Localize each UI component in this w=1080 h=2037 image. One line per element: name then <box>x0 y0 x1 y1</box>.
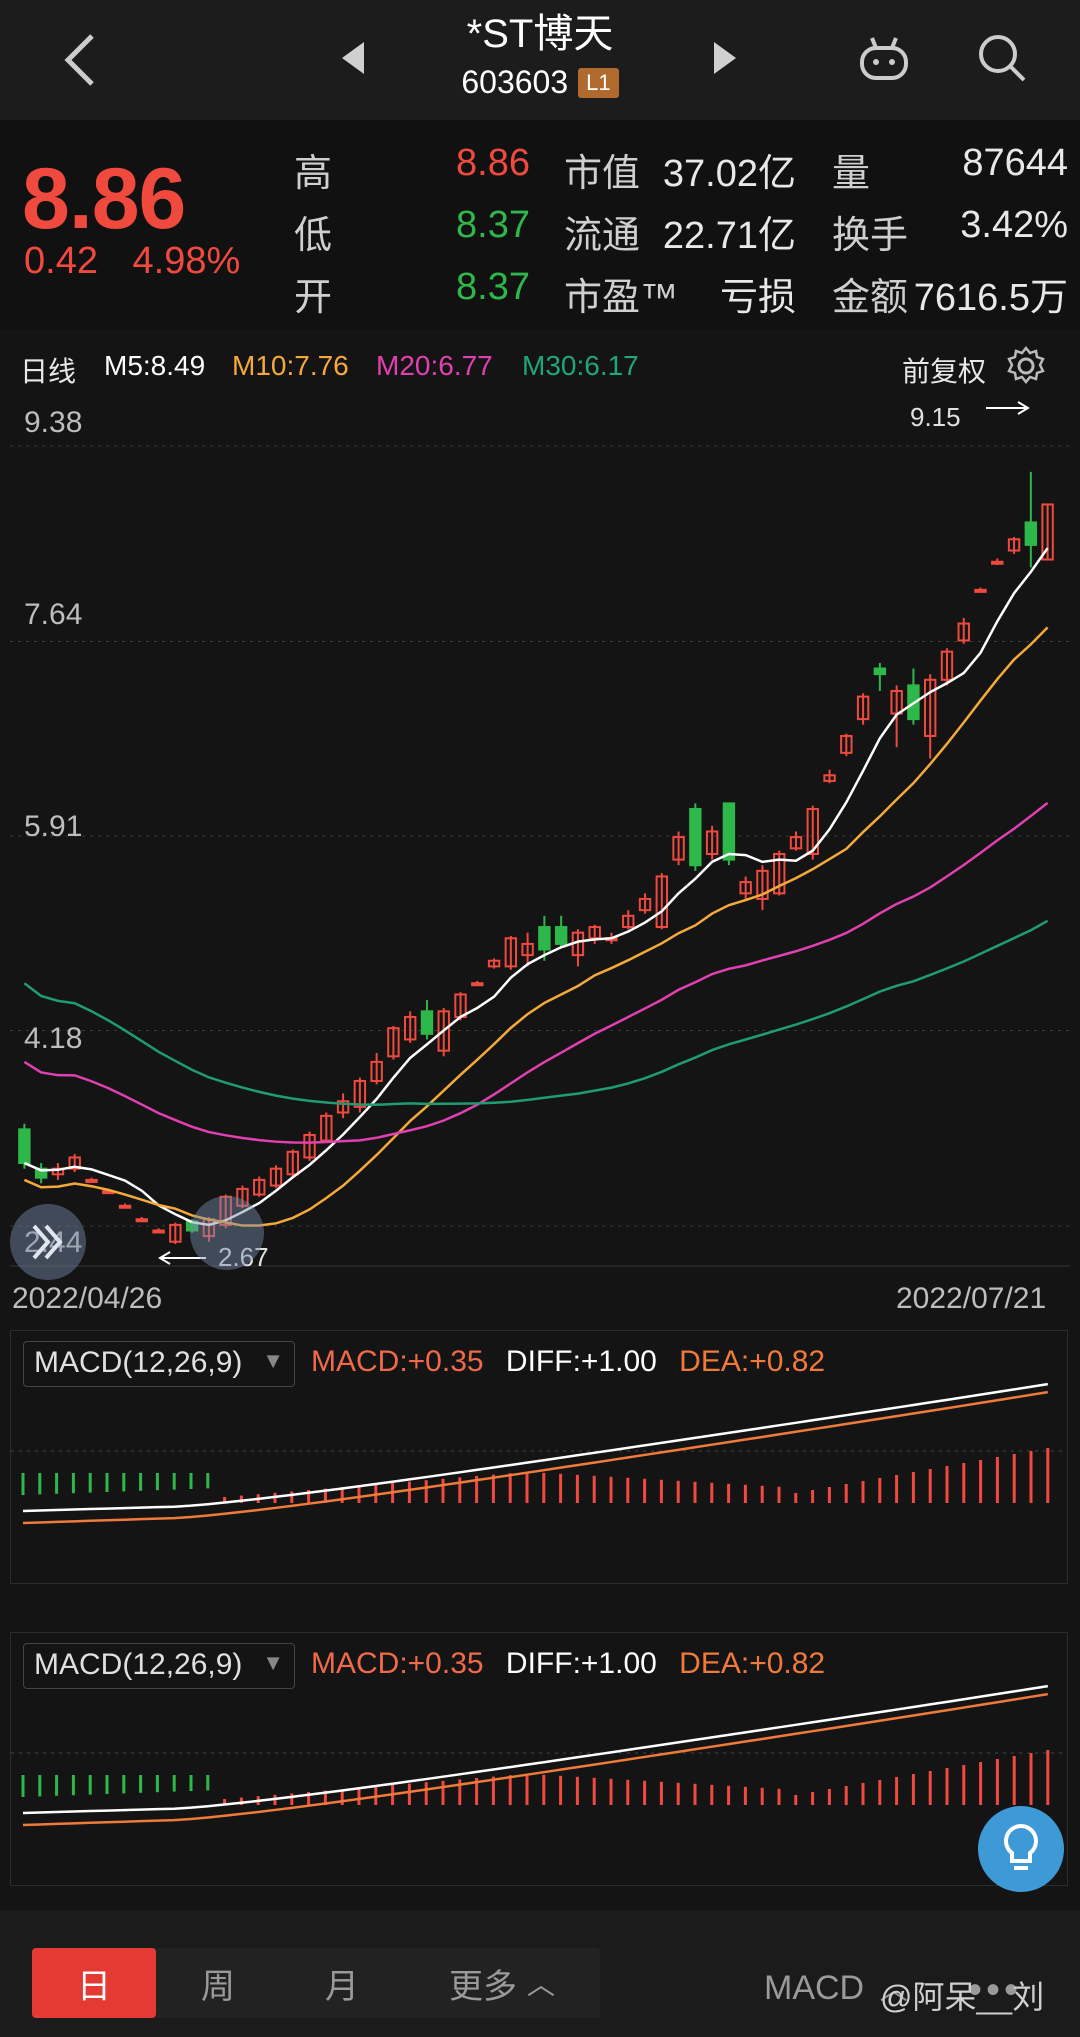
ma5-line <box>23 547 1049 1227</box>
candle-body <box>118 1204 132 1209</box>
dea-line <box>22 1390 1048 1525</box>
macd-panel-2[interactable]: MACD(12,26,9) ▼ MACD:+0.35 DIFF:+1.00 DE… <box>10 1632 1068 1886</box>
collapse-chevron-icon[interactable] <box>10 1204 86 1280</box>
candle-body <box>722 802 736 861</box>
candle-body <box>471 982 484 987</box>
macd-panel-1[interactable]: MACD(12,26,9) ▼ MACD:+0.35 DIFF:+1.00 DE… <box>10 1330 1068 1584</box>
pe-value: 亏损 <box>719 277 796 319</box>
candle-body <box>85 1178 98 1183</box>
ma20-value: M20:6.77 <box>376 350 493 381</box>
tab-day[interactable]: 日 <box>32 1948 156 2018</box>
max-price-label: 9.15 <box>910 402 961 432</box>
stock-name: *ST博天 <box>466 12 614 56</box>
ma10-value: M10:7.76 <box>232 350 349 381</box>
low-label: 低 <box>294 215 333 257</box>
diff-line <box>22 1684 1048 1815</box>
price-change: 0.42 4.98% <box>24 240 264 283</box>
moving-average-legend: 日线 M5:8.49 M10:7.76 M20:6.77 M30:6.17 前复… <box>0 340 1080 392</box>
float-cap-label: 流通 <box>564 215 641 257</box>
settings-gear-icon[interactable] <box>1004 344 1048 388</box>
market-cap-value: 37.02亿 <box>662 153 796 195</box>
adjust-mode[interactable]: 前复权 <box>902 350 986 390</box>
end-date: 2022/07/21 <box>896 1282 1047 1315</box>
low-value: 8.37 <box>456 204 530 246</box>
candle-body <box>873 667 887 676</box>
stock-title: *ST博天 603603 L1 <box>400 8 680 101</box>
candlestick-chart[interactable]: 9.38 7.64 5.91 4.18 2.44 9.15 2.67 <box>10 396 1070 1280</box>
candle-body <box>554 926 568 945</box>
candle-body <box>152 1229 165 1234</box>
current-price: 8.86 <box>22 151 186 247</box>
candle-body <box>538 926 551 951</box>
robot-assistant-icon[interactable] <box>856 32 912 88</box>
previous-stock-icon[interactable] <box>336 38 368 78</box>
float-cap-value: 22.71亿 <box>662 215 796 257</box>
y-tick-label: 4.18 <box>24 1022 83 1055</box>
tab-more[interactable]: 更多 ︿ <box>404 1948 600 2018</box>
y-tick-label: 9.38 <box>24 406 83 439</box>
volume-label: 量 <box>832 153 871 195</box>
candle-body <box>991 560 1004 565</box>
period-label[interactable]: 日线 <box>20 350 76 390</box>
top-bar: *ST博天 603603 L1 <box>0 0 1080 120</box>
amount-label: 金额 <box>832 277 909 319</box>
ma30-line <box>23 919 1049 1107</box>
quote-panel: 8.86 0.42 4.98% 高 8.86 市值 37.02亿 量 87644… <box>0 120 1080 330</box>
high-value: 8.86 <box>456 142 530 184</box>
market-cap-label: 市值 <box>564 153 641 195</box>
tab-more-label: 更多 <box>448 1967 517 2006</box>
macd-chart-svg <box>11 1382 1067 1525</box>
candle-body <box>1024 521 1038 546</box>
ma5-value: M5:8.49 <box>104 350 206 381</box>
candle-body <box>135 1218 149 1223</box>
candlestick-svg[interactable] <box>10 396 1070 1276</box>
amount-value: 7616.5万 <box>913 277 1068 319</box>
level-badge: L1 <box>578 67 619 98</box>
tab-week[interactable]: 周 <box>156 1948 280 2018</box>
back-arrow-icon[interactable] <box>58 28 106 92</box>
y-tick-label: 7.64 <box>24 598 83 631</box>
y-tick-label: 5.91 <box>24 810 83 843</box>
start-date: 2022/04/26 <box>12 1282 163 1315</box>
crosshair-cursor-icon[interactable] <box>190 1196 264 1270</box>
change-percent: 4.98% <box>132 240 241 282</box>
tab-month[interactable]: 月 <box>280 1948 404 2018</box>
open-value: 8.37 <box>456 266 530 308</box>
indicator-switch-label: MACD <box>764 1969 865 2007</box>
high-label: 高 <box>294 153 333 195</box>
stock-code: 603603 <box>461 64 569 100</box>
open-label: 开 <box>294 277 333 319</box>
macd-chart-svg <box>11 1684 1067 1827</box>
diff-line <box>22 1382 1048 1513</box>
candle-body <box>689 808 702 867</box>
volume-value: 87644 <box>962 142 1068 184</box>
candle-body <box>18 1128 31 1165</box>
turnover-value: 3.42% <box>960 204 1068 246</box>
lightbulb-icon[interactable] <box>978 1806 1064 1892</box>
next-stock-icon[interactable] <box>710 38 742 78</box>
search-icon[interactable] <box>974 30 1030 86</box>
dea-line <box>22 1692 1048 1827</box>
candle-body <box>974 588 987 593</box>
change-amount: 0.42 <box>24 240 98 282</box>
ma30-value: M30:6.17 <box>522 350 639 381</box>
ma20-line <box>23 801 1049 1144</box>
watermark: @阿呆__刘 <box>880 1979 1045 2015</box>
chevron-up-icon: ︿ <box>526 1969 555 2000</box>
candle-body <box>420 1010 434 1035</box>
